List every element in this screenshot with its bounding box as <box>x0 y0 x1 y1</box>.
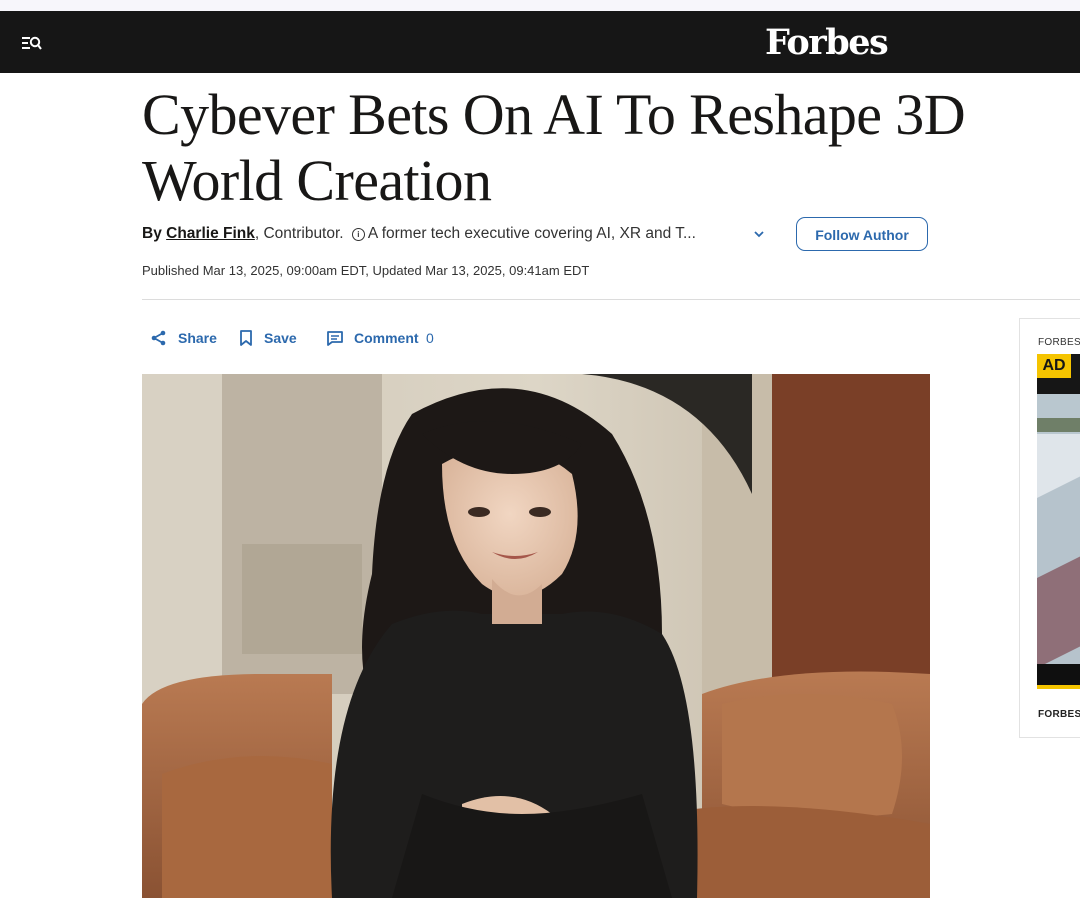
byline: By Charlie Fink, Contributor. iA former … <box>142 222 696 246</box>
sidebar-top-label: FORBES <box>1038 337 1080 348</box>
ad-video[interactable]: AD <box>1037 354 1080 689</box>
comment-count: 0 <box>426 330 434 346</box>
bookmark-icon <box>240 330 252 346</box>
top-navbar: Forbes <box>0 11 1080 73</box>
comment-button[interactable]: Comment 0 <box>326 327 446 349</box>
share-button[interactable]: Share <box>150 327 220 349</box>
browser-top-strip <box>0 0 1080 11</box>
share-icon <box>151 330 166 346</box>
sidebar-ad-card[interactable]: FORBES AD FORBES <box>1019 318 1080 738</box>
expand-bio-button[interactable] <box>750 226 768 242</box>
ad-progress-stripe <box>1037 685 1080 689</box>
author-role: , Contributor. <box>254 225 344 242</box>
info-icon: i <box>351 228 365 241</box>
publish-dates: Published Mar 13, 2025, 09:00am EDT, Upd… <box>142 263 590 278</box>
menu-search-icon <box>22 36 42 50</box>
author-link[interactable]: Charlie Fink <box>166 225 255 242</box>
hero-image <box>142 374 930 898</box>
comment-label: Comment <box>354 330 419 346</box>
save-label: Save <box>264 330 297 346</box>
portrait-photo <box>142 374 930 898</box>
comment-icon <box>327 331 343 346</box>
menu-search-button[interactable] <box>20 33 44 53</box>
ad-badge: AD <box>1037 354 1071 378</box>
chevron-down-icon <box>754 231 764 238</box>
byline-prefix: By <box>142 225 162 242</box>
divider <box>142 299 1080 300</box>
share-label: Share <box>178 330 217 346</box>
article-title: Cybever Bets On AI To Reshape 3D World C… <box>142 82 966 213</box>
forbes-logo[interactable]: Forbes <box>765 21 889 65</box>
author-bio: A former tech executive covering AI, XR … <box>367 225 696 242</box>
follow-author-button[interactable]: Follow Author <box>796 217 928 251</box>
save-button[interactable]: Save <box>238 327 302 349</box>
sidebar-bottom-label: FORBES <box>1038 709 1080 720</box>
ad-image <box>1037 394 1080 689</box>
